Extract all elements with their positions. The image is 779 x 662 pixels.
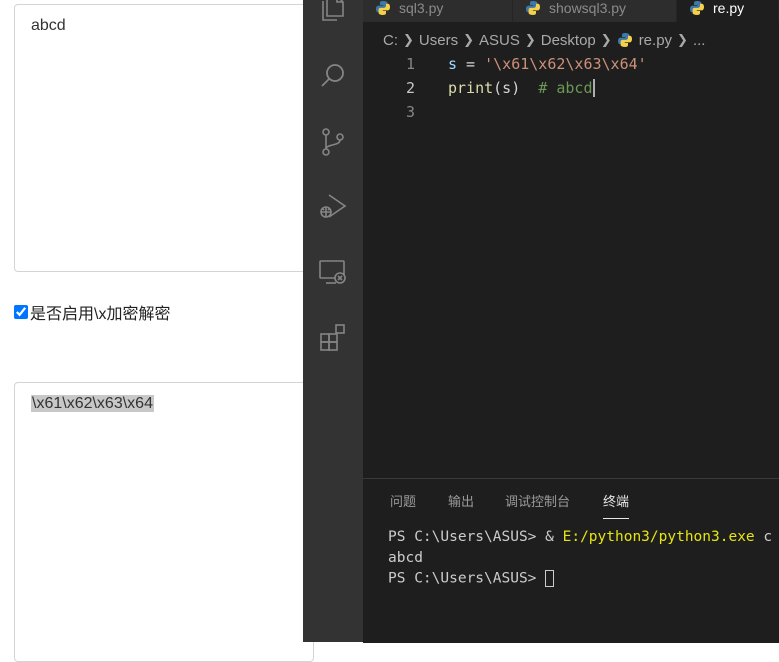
- breadcrumb-desktop[interactable]: Desktop: [541, 32, 596, 49]
- code-text: s = '\x61\x62\x63\x64': [448, 55, 647, 73]
- terminal-cursor: [545, 570, 555, 587]
- chevron-right-icon: ❯: [677, 32, 688, 47]
- input-textarea-value: abcd: [31, 17, 66, 34]
- python-file-icon: [617, 32, 633, 48]
- web-page: abcd 是否启用\x加密解密 \x61\x62\x63\x64: [0, 0, 314, 662]
- code-line: 1 s = '\x61\x62\x63\x64': [363, 52, 779, 76]
- line-number: 2: [405, 79, 415, 97]
- tab-sql3[interactable]: sql3.py: [363, 0, 513, 22]
- run-debug-icon[interactable]: [317, 190, 349, 222]
- code-line: 3: [363, 100, 779, 124]
- chevron-right-icon: ❯: [524, 32, 536, 47]
- breadcrumb: C: ❯ Users ❯ ASUS ❯ Desktop ❯ re.py ❯ ..…: [383, 29, 705, 51]
- terminal-line: PS C:\Users\ASUS> & E:/python3/python3.e…: [388, 529, 773, 545]
- source-control-icon[interactable]: [317, 126, 349, 158]
- breadcrumb-asus[interactable]: ASUS: [479, 32, 520, 49]
- breadcrumb-more[interactable]: ...: [693, 32, 706, 49]
- encrypt-checkbox-label: 是否启用\x加密解密: [30, 306, 171, 323]
- line-number: 1: [405, 55, 415, 73]
- python-file-icon: [689, 0, 705, 16]
- breadcrumb-drive[interactable]: C:: [383, 32, 398, 49]
- tab-showsql3[interactable]: showsql3.py: [513, 0, 677, 22]
- line-number: 3: [405, 103, 415, 121]
- vscode-window: sql3.py showsql3.py re.py C: ❯ Users ❯ A…: [303, 0, 779, 643]
- python-file-icon: [525, 0, 541, 16]
- output-textarea-value: \x61\x62\x63\x64: [31, 395, 154, 412]
- search-icon[interactable]: [317, 60, 349, 92]
- tab-output[interactable]: 输出: [448, 491, 474, 519]
- chevron-right-icon: ❯: [403, 32, 414, 47]
- tab-problems[interactable]: 问题: [390, 491, 416, 519]
- tab-showsql3-label: showsql3.py: [549, 0, 627, 16]
- tab-sql3-label: sql3.py: [399, 0, 444, 16]
- encrypt-toggle-row[interactable]: 是否启用\x加密解密: [14, 300, 170, 324]
- editor-tabs: sql3.py showsql3.py re.py: [363, 0, 779, 22]
- files-icon[interactable]: [317, 0, 349, 24]
- tab-debug-console[interactable]: 调试控制台: [505, 491, 570, 519]
- input-textarea[interactable]: abcd: [14, 4, 314, 272]
- breadcrumb-file[interactable]: re.py: [639, 32, 672, 49]
- activity-bar: [303, 0, 363, 642]
- code-line: 2 print(s) # abcd: [363, 76, 779, 100]
- python-file-icon: [375, 0, 391, 16]
- tab-re-label: re.py: [713, 0, 745, 16]
- chevron-right-icon: ❯: [463, 32, 474, 47]
- text-cursor: [592, 79, 595, 98]
- output-textarea[interactable]: \x61\x62\x63\x64: [14, 382, 314, 662]
- extensions-icon[interactable]: [317, 322, 349, 354]
- bottom-panel: 问题 输出 调试控制台 终端 PS C:\Users\ASUS> & E:/py…: [363, 478, 779, 643]
- terminal-prompt[interactable]: PS C:\Users\ASUS>: [388, 570, 555, 587]
- code-editor[interactable]: 1 s = '\x61\x62\x63\x64' 2 print(s) # ab…: [363, 52, 779, 482]
- code-text: print(s) # abcd: [448, 78, 595, 98]
- encrypt-checkbox[interactable]: [14, 305, 28, 319]
- remote-explorer-icon[interactable]: [317, 256, 349, 288]
- breadcrumb-users[interactable]: Users: [419, 32, 458, 49]
- tab-re[interactable]: re.py: [677, 0, 779, 22]
- tab-terminal[interactable]: 终端: [603, 491, 630, 519]
- terminal-output: abcd: [388, 550, 423, 566]
- chevron-right-icon: ❯: [600, 32, 612, 47]
